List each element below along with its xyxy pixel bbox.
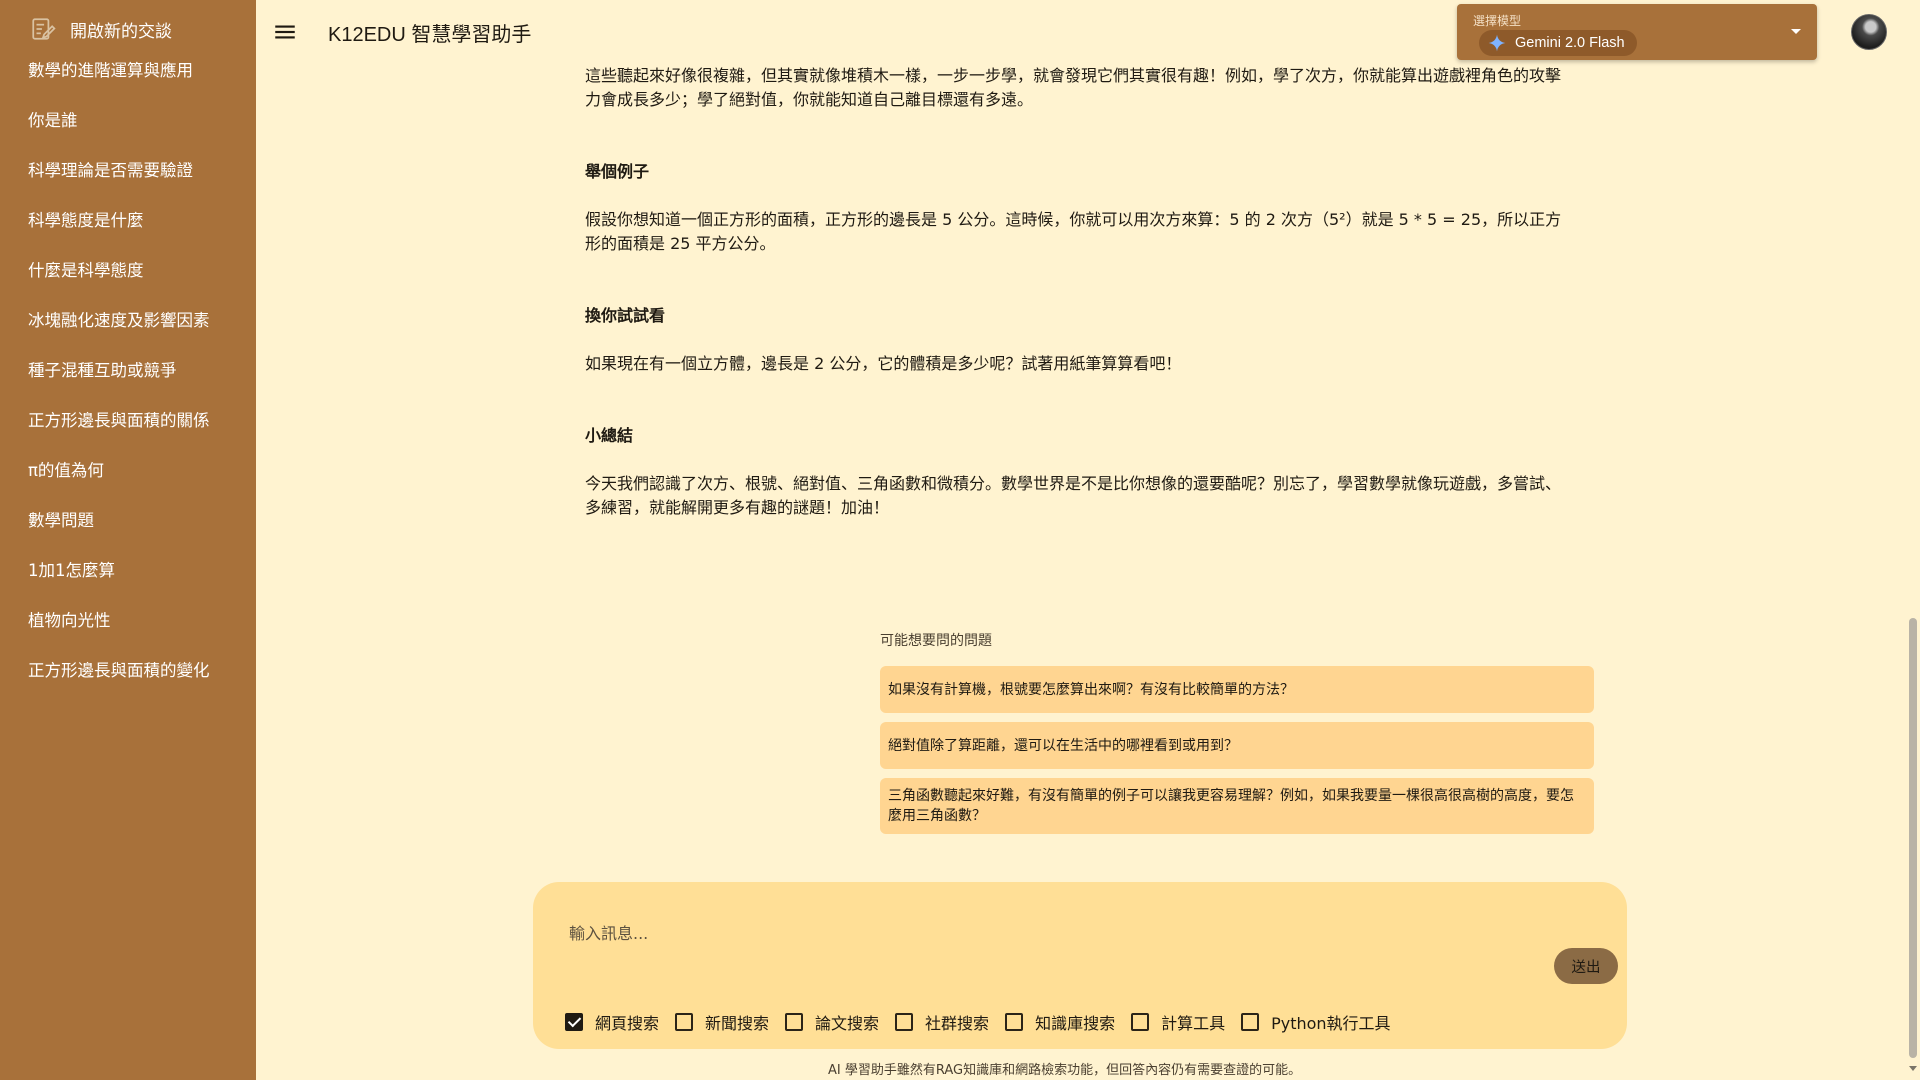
suggestions-title: 可能想要問的問題 (880, 633, 992, 649)
tool-calculator[interactable]: 計算工具 (1131, 1010, 1225, 1034)
sidebar-item[interactable]: 1加1怎麼算 (0, 546, 256, 596)
tool-label: 社群搜索 (925, 1014, 990, 1033)
sidebar-item[interactable]: 科學理論是否需要驗證 (0, 146, 256, 196)
conversation-list: 數學的進階運算與應用 你是誰 科學理論是否需要驗證 科學態度是什麼 什麼是科學態… (0, 46, 256, 696)
checkbox[interactable] (1005, 1013, 1024, 1031)
model-select-label: 選擇模型 (1473, 14, 1522, 28)
message-paragraph: 如果現在有一個立方體，邊長是 2 公分，它的體積是多少呢？試著用紙筆算算看吧！ (585, 354, 1182, 373)
checkbox[interactable] (1131, 1013, 1150, 1031)
sidebar-item[interactable]: 正方形邊長與面積的關係 (0, 396, 256, 446)
message-paragraph: 這些聽起來好像很複雜，但其實就像堆積木一樣，一步一步學，就會發現它們其實很有趣！… (585, 66, 1562, 109)
tool-label: 論文搜索 (815, 1014, 880, 1033)
tool-web-search[interactable]: 網頁搜索 (565, 1010, 659, 1034)
suggestion-text: 絕對值除了算距離，還可以在生活中的哪裡看到或用到？ (888, 737, 1238, 754)
app-title: K12EDU 智慧學習助手 (328, 24, 532, 46)
message-paragraph: 今天我們認識了次方、根號、絕對值、三角函數和微積分。數學世界是不是比你想像的還要… (585, 474, 1562, 517)
model-chip[interactable]: Gemini 2.0 Flash (1479, 30, 1637, 56)
scrollbar-thumb[interactable] (1909, 618, 1917, 1058)
sidebar-item[interactable]: 科學態度是什麼 (0, 196, 256, 246)
new-chat-icon (32, 18, 56, 40)
sidebar-item[interactable]: 冰塊融化速度及影響因素 (0, 296, 256, 346)
message-heading: 小總結 (585, 426, 634, 445)
avatar[interactable] (1851, 14, 1887, 50)
checkbox[interactable] (1241, 1013, 1260, 1031)
sidebar-item[interactable]: π的值為何 (0, 446, 256, 496)
suggestion-chip[interactable]: 絕對值除了算距離，還可以在生活中的哪裡看到或用到？ (880, 722, 1594, 769)
sidebar-item[interactable]: 正方形邊長與面積的變化 (0, 646, 256, 696)
checkbox-checked[interactable] (565, 1013, 583, 1031)
disclaimer: AI 學習助手雖然有RAG知識庫和網路檢索功能，但回答內容仍有需要查證的可能。 (828, 1063, 1302, 1078)
suggestion-chip[interactable]: 如果沒有計算機，根號要怎麼算出來啊？有沒有比較簡單的方法？ (880, 666, 1594, 713)
gemini-sparkle-icon (1488, 34, 1506, 52)
tool-paper-search[interactable]: 論文搜索 (785, 1010, 879, 1034)
sidebar-item[interactable]: 什麼是科學態度 (0, 246, 256, 296)
model-name: Gemini 2.0 Flash (1515, 35, 1625, 51)
tool-python[interactable]: Python執行工具 (1241, 1010, 1391, 1034)
tool-options: 網頁搜索 新聞搜索 論文搜索 社群搜索 知識庫搜索 計算工具 Python執行工… (565, 1010, 1407, 1034)
sidebar-item[interactable]: 數學問題 (0, 496, 256, 546)
sidebar: 開啟新的交談 數學的進階運算與應用 你是誰 科學理論是否需要驗證 科學態度是什麼… (0, 0, 256, 1080)
new-chat-label: 開啟新的交談 (70, 21, 172, 42)
suggestion-text: 如果沒有計算機，根號要怎麼算出來啊？有沒有比較簡單的方法？ (888, 681, 1294, 698)
suggestion-chip[interactable]: 三角函數聽起來好難，有沒有簡單的例子可以讓我更容易理解？例如，如果我要量一棵很高… (880, 778, 1594, 834)
message-heading: 換你試試看 (585, 306, 666, 325)
sidebar-item[interactable]: 植物向光性 (0, 596, 256, 646)
tool-news-search[interactable]: 新聞搜索 (675, 1010, 769, 1034)
chevron-down-icon (1791, 29, 1801, 34)
scroll-down-icon[interactable] (1909, 1066, 1917, 1071)
tool-label: 新聞搜索 (705, 1014, 770, 1033)
model-select[interactable]: 選擇模型 Gemini 2.0 Flash (1457, 4, 1817, 60)
message-input[interactable] (569, 918, 1529, 948)
composer: 送出 網頁搜索 新聞搜索 論文搜索 社群搜索 知識庫搜索 計算工具 Python… (533, 882, 1627, 1049)
message-heading: 舉個例子 (585, 162, 650, 181)
tool-label: Python執行工具 (1271, 1014, 1391, 1033)
tool-label: 計算工具 (1161, 1014, 1226, 1033)
tool-knowledge-search[interactable]: 知識庫搜索 (1005, 1010, 1115, 1034)
suggestion-text: 三角函數聽起來好難，有沒有簡單的例子可以讓我更容易理解？例如，如果我要量一棵很高… (888, 788, 1574, 824)
message-paragraph: 假設你想知道一個正方形的面積，正方形的邊長是 5 公分。這時候，你就可以用次方來… (585, 210, 1562, 253)
checkbox[interactable] (785, 1013, 804, 1031)
sidebar-item[interactable]: 數學的進階運算與應用 (0, 46, 256, 96)
tool-social-search[interactable]: 社群搜索 (895, 1010, 989, 1034)
sidebar-item[interactable]: 種子混種互助或競爭 (0, 346, 256, 396)
sidebar-item[interactable]: 你是誰 (0, 96, 256, 146)
menu-icon[interactable] (272, 19, 298, 45)
tool-label: 知識庫搜索 (1035, 1014, 1116, 1033)
scrollbar[interactable] (1906, 0, 1920, 1080)
tool-label: 網頁搜索 (595, 1014, 660, 1033)
checkbox[interactable] (895, 1013, 914, 1031)
send-button[interactable]: 送出 (1554, 948, 1618, 984)
checkbox[interactable] (675, 1013, 694, 1031)
